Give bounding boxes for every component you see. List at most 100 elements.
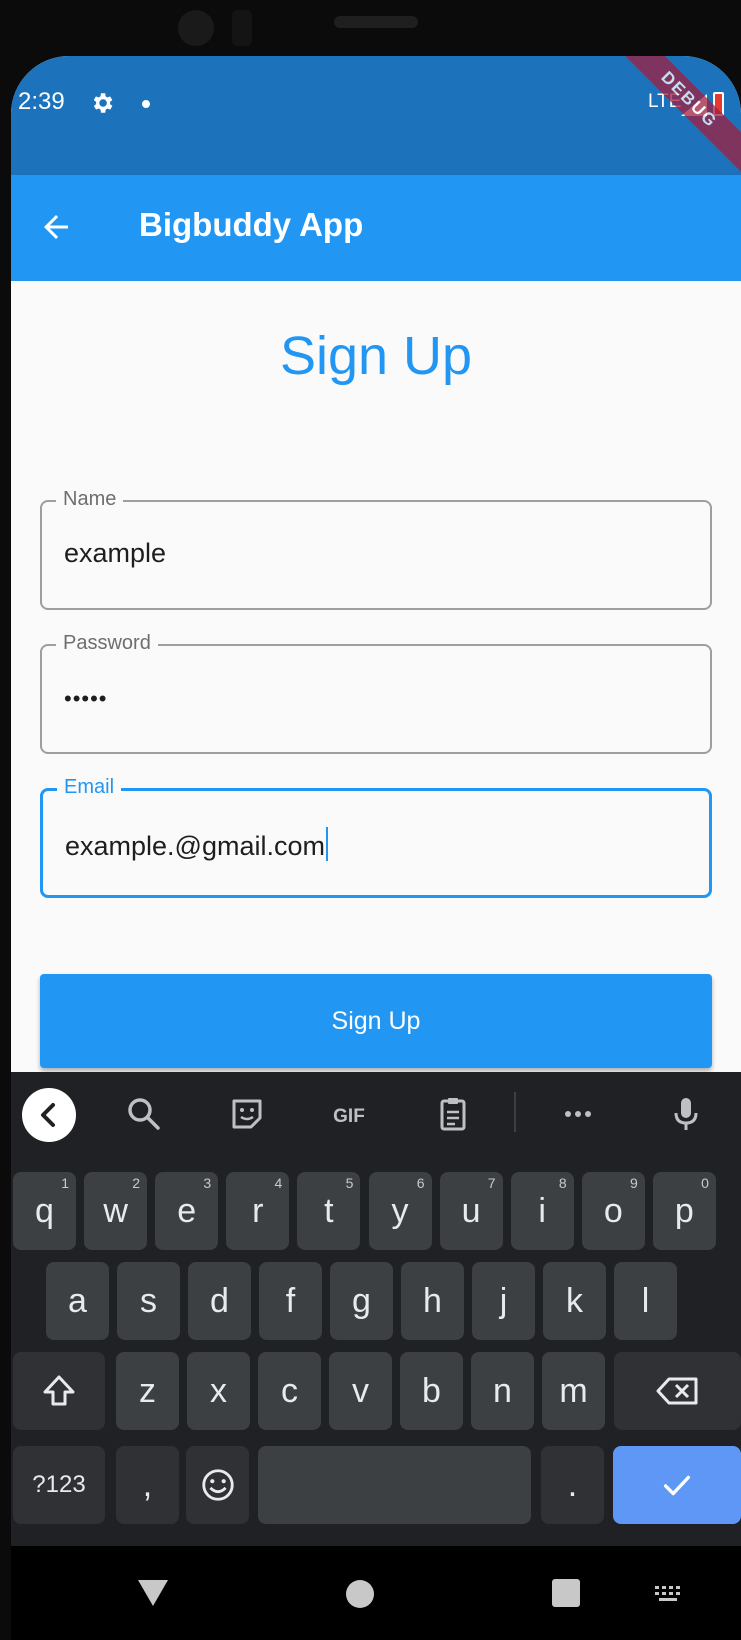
key-j[interactable]: j xyxy=(472,1262,535,1340)
keyboard-switch-icon[interactable] xyxy=(653,1584,685,1604)
comma-key[interactable]: , xyxy=(116,1446,179,1524)
search-icon[interactable] xyxy=(124,1094,164,1134)
nav-home-icon[interactable] xyxy=(345,1579,375,1609)
key-y[interactable]: y6 xyxy=(368,1172,432,1250)
symbols-key[interactable]: ?123 xyxy=(13,1446,105,1524)
key-hint: 4 xyxy=(274,1175,283,1191)
key-label: u xyxy=(461,1191,481,1230)
app-title: Bigbuddy App xyxy=(139,206,364,243)
phone-frame: 2:39 LTE DEBUG Bigbuddy App Sign Up Name xyxy=(0,0,741,1640)
key-b[interactable]: b xyxy=(400,1352,463,1430)
sticker-icon[interactable] xyxy=(227,1094,267,1134)
key-x[interactable]: x xyxy=(187,1352,250,1430)
key-m[interactable]: m xyxy=(542,1352,605,1430)
checkmark-icon xyxy=(663,1475,691,1496)
key-label: i xyxy=(538,1191,546,1230)
key-c[interactable]: c xyxy=(258,1352,321,1430)
key-label: g xyxy=(352,1281,371,1320)
key-hint: 3 xyxy=(203,1175,212,1191)
password-field-label: Password xyxy=(56,632,158,655)
key-s[interactable]: s xyxy=(117,1262,180,1340)
key-v[interactable]: v xyxy=(329,1352,392,1430)
period-key[interactable]: . xyxy=(541,1446,604,1524)
key-d[interactable]: d xyxy=(188,1262,251,1340)
keyboard-collapse-button[interactable] xyxy=(22,1088,76,1142)
nav-back-icon[interactable] xyxy=(137,1579,169,1607)
key-label: y xyxy=(391,1191,409,1230)
password-field-value: ••••• xyxy=(64,686,108,711)
key-label: x xyxy=(210,1371,227,1410)
proximity-sensor xyxy=(232,10,252,46)
key-k[interactable]: k xyxy=(543,1262,606,1340)
key-hint: 2 xyxy=(132,1175,141,1191)
key-r[interactable]: r4 xyxy=(226,1172,290,1250)
key-o[interactable]: o9 xyxy=(581,1172,645,1250)
gif-icon[interactable]: GIF xyxy=(324,1094,374,1134)
key-label: j xyxy=(499,1281,508,1320)
key-label: m xyxy=(559,1371,588,1410)
key-a[interactable]: a xyxy=(46,1262,109,1340)
name-field-value: example xyxy=(64,538,167,568)
key-h[interactable]: h xyxy=(401,1262,464,1340)
backspace-key[interactable] xyxy=(614,1352,741,1430)
status-time: 2:39 xyxy=(18,88,65,115)
key-label: b xyxy=(422,1371,441,1410)
key-l[interactable]: l xyxy=(614,1262,677,1340)
enter-key[interactable] xyxy=(613,1446,741,1524)
shift-key[interactable] xyxy=(13,1352,105,1430)
status-bar: 2:39 LTE DEBUG xyxy=(11,56,741,188)
key-hint: 6 xyxy=(416,1175,425,1191)
key-p[interactable]: p0 xyxy=(652,1172,716,1250)
emoji-icon xyxy=(201,1469,234,1501)
key-q[interactable]: q1 xyxy=(13,1172,76,1250)
key-label: h xyxy=(423,1281,442,1320)
soft-keyboard: GIF q1w2e3r4t5y 6 u 7 i 8 o 9 p 0 a s d … xyxy=(11,1072,741,1546)
key-label: w xyxy=(103,1191,128,1230)
clipboard-icon[interactable] xyxy=(433,1094,473,1134)
debug-banner: DEBUG xyxy=(601,56,741,188)
name-field-label: Name xyxy=(56,488,124,511)
key-label: f xyxy=(285,1281,296,1320)
notification-dot-icon xyxy=(142,100,150,108)
space-key[interactable] xyxy=(258,1446,531,1524)
keyboard-toolbar: GIF xyxy=(11,1072,741,1156)
key-hint: 0 xyxy=(701,1175,709,1191)
key-f[interactable]: f xyxy=(259,1262,322,1340)
key-label: v xyxy=(352,1371,369,1410)
signup-button[interactable]: Sign Up xyxy=(40,974,712,1068)
key-label: q xyxy=(35,1191,54,1230)
nav-recents-icon[interactable] xyxy=(552,1579,580,1607)
key-label: o xyxy=(603,1191,623,1230)
front-camera xyxy=(178,10,214,46)
key-hint: 8 xyxy=(558,1175,567,1191)
key-w[interactable]: w2 xyxy=(84,1172,148,1250)
email-field-value: example.@gmail.com xyxy=(65,831,325,861)
key-label: p xyxy=(674,1191,694,1230)
key-z[interactable]: z xyxy=(116,1352,179,1430)
key-label: z xyxy=(139,1371,156,1410)
key-n[interactable]: n xyxy=(471,1352,534,1430)
key-label: l xyxy=(641,1281,650,1320)
key-t[interactable]: t5 xyxy=(297,1172,361,1250)
more-options-icon[interactable] xyxy=(558,1094,598,1134)
screen: 2:39 LTE DEBUG Bigbuddy App Sign Up Name xyxy=(11,56,741,1640)
chevron-left-icon xyxy=(41,1103,55,1127)
key-hint: 5 xyxy=(345,1175,354,1191)
name-field[interactable]: Name example xyxy=(40,488,712,610)
navigation-bar xyxy=(11,1546,741,1640)
toolbar-divider xyxy=(514,1092,516,1132)
password-field[interactable]: Password ••••• xyxy=(40,632,712,754)
key-label: a xyxy=(68,1281,87,1320)
email-field[interactable]: Email example.@gmail.com xyxy=(40,776,712,898)
key-hint: 9 xyxy=(630,1175,638,1191)
back-arrow-icon[interactable] xyxy=(38,209,74,245)
key-label: e xyxy=(177,1191,197,1230)
key-g[interactable]: g xyxy=(330,1262,393,1340)
page-title: Sign Up xyxy=(279,326,473,386)
microphone-icon[interactable] xyxy=(666,1094,706,1134)
key-u[interactable]: u7 xyxy=(439,1172,503,1250)
key-e[interactable]: e3 xyxy=(155,1172,219,1250)
emoji-key[interactable] xyxy=(186,1446,249,1524)
shift-icon xyxy=(43,1375,75,1406)
key-i[interactable]: i8 xyxy=(510,1172,574,1250)
